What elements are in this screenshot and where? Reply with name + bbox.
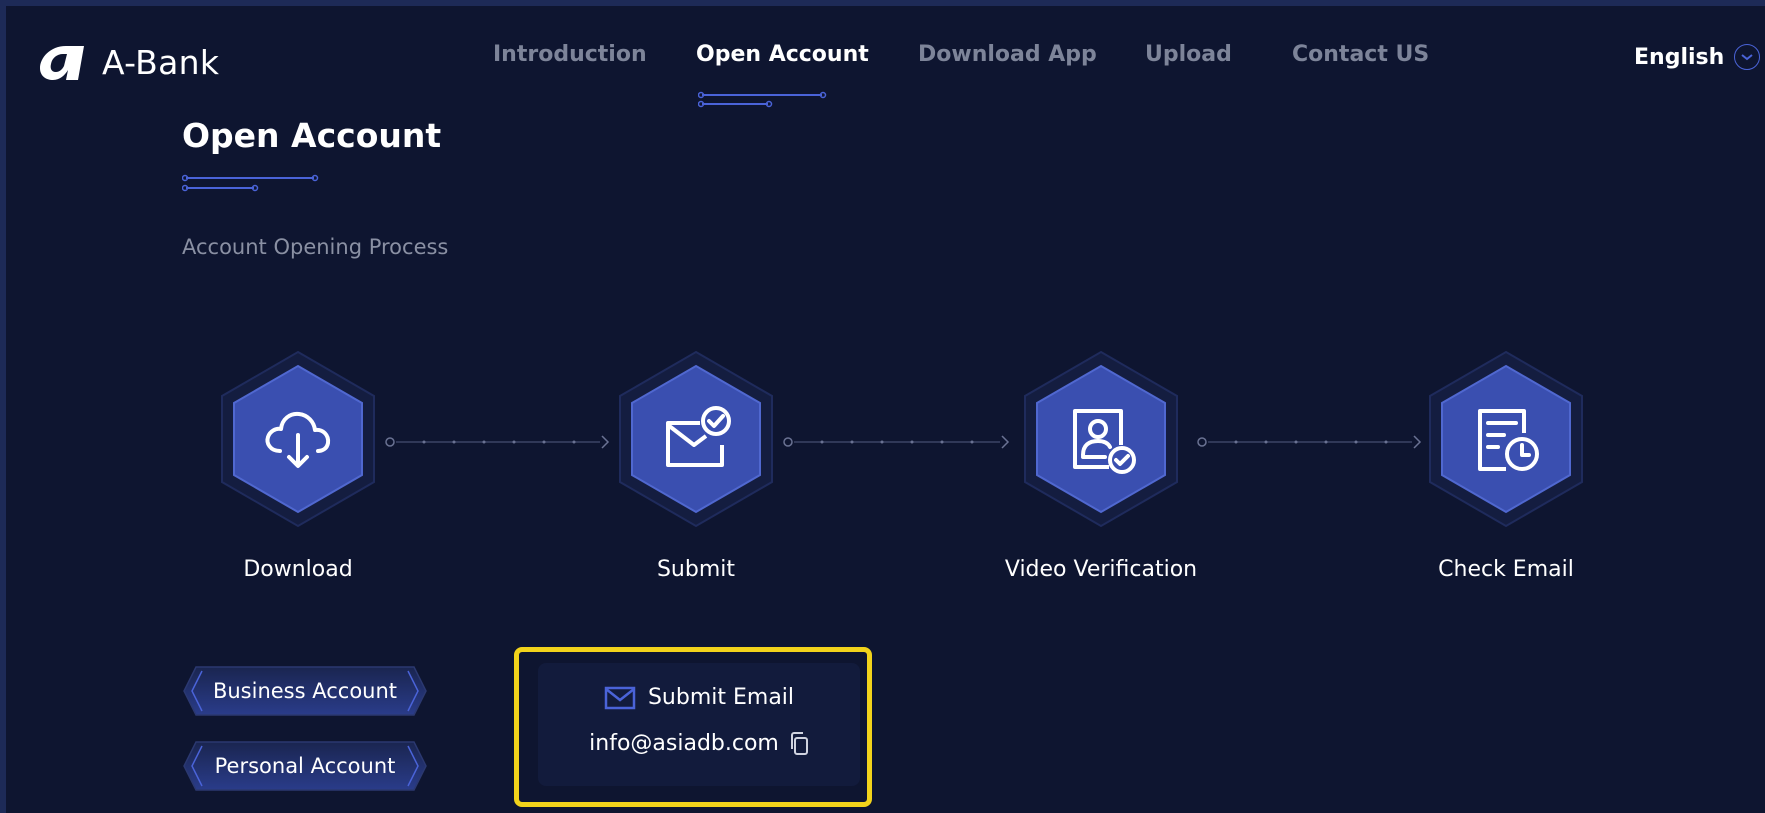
step-connector bbox=[385, 435, 610, 449]
business-account-label: Business Account bbox=[212, 679, 398, 703]
personal-account-label: Personal Account bbox=[214, 754, 396, 778]
step-label-check-email: Check Email bbox=[1438, 557, 1574, 582]
step-label-download: Download bbox=[243, 557, 353, 582]
step-connector bbox=[1197, 435, 1422, 449]
step-download bbox=[218, 350, 378, 528]
title-underline-decoration bbox=[182, 174, 319, 192]
step-video-verification bbox=[1021, 350, 1181, 528]
mail-check-icon bbox=[666, 406, 731, 467]
step-label-submit: Submit bbox=[656, 557, 736, 582]
step-connector bbox=[783, 435, 1010, 449]
nav-download-app[interactable]: Download App bbox=[918, 42, 1097, 67]
mail-icon bbox=[604, 686, 636, 709]
personal-account-button[interactable]: Personal Account bbox=[182, 740, 428, 792]
nav-upload[interactable]: Upload bbox=[1145, 42, 1232, 67]
submit-email-address-row: info@asiadb.com bbox=[538, 731, 860, 756]
window-frame-top bbox=[0, 0, 1765, 6]
page-title: Open Account bbox=[182, 116, 442, 155]
email-address[interactable]: info@asiadb.com bbox=[589, 731, 779, 756]
submit-email-card: Submit Email info@asiadb.com bbox=[538, 663, 860, 786]
nav-active-underline bbox=[698, 91, 827, 108]
top-nav: Introduction Open Account Download App U… bbox=[0, 42, 1765, 82]
business-account-button[interactable]: Business Account bbox=[182, 665, 428, 717]
copy-icon[interactable] bbox=[789, 731, 809, 756]
nav-introduction[interactable]: Introduction bbox=[493, 42, 647, 67]
window-frame-left bbox=[0, 0, 6, 813]
id-check-icon bbox=[1073, 409, 1136, 474]
nav-open-account[interactable]: Open Account bbox=[696, 42, 869, 67]
process-subtitle: Account Opening Process bbox=[182, 235, 449, 259]
document-clock-icon bbox=[1478, 409, 1539, 471]
step-label-video-verification: Video Verification bbox=[1004, 557, 1198, 582]
submit-email-title: Submit Email bbox=[647, 685, 795, 710]
submit-email-header: Submit Email bbox=[538, 685, 860, 710]
chevron-down-icon bbox=[1734, 44, 1761, 70]
step-submit bbox=[616, 350, 776, 528]
step-check-email bbox=[1426, 350, 1586, 528]
language-label: English bbox=[1634, 44, 1725, 70]
cloud-download-icon bbox=[265, 411, 331, 468]
language-selector[interactable]: English bbox=[1634, 44, 1761, 70]
nav-contact-us[interactable]: Contact US bbox=[1292, 42, 1429, 67]
